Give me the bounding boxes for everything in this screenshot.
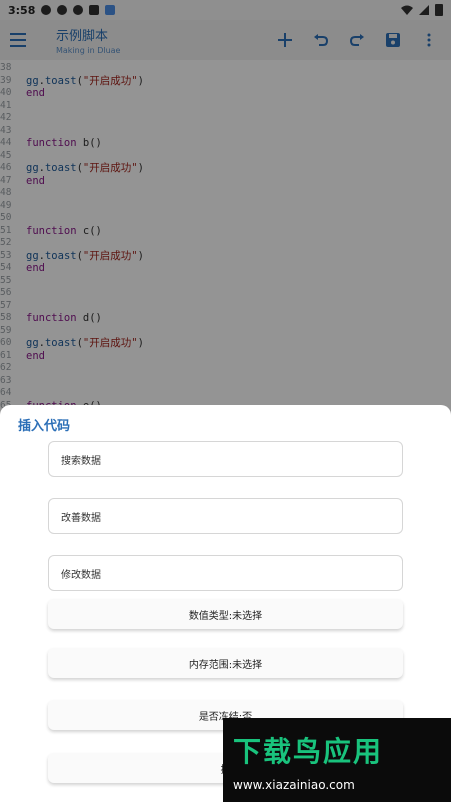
improve-data-field[interactable]: 改善数据	[48, 498, 403, 534]
watermark: 下载鸟应用 www.xiazainiao.com	[223, 718, 451, 802]
search-data-field[interactable]: 搜索数据	[48, 441, 403, 477]
watermark-url: www.xiazainiao.com	[233, 778, 355, 792]
memory-range-button[interactable]: 内存范围:未选择	[48, 648, 403, 678]
watermark-logo: 下载鸟应用	[233, 735, 384, 768]
value-type-button[interactable]: 数值类型:未选择	[48, 599, 403, 629]
sheet-title: 插入代码	[18, 419, 71, 434]
modify-data-field[interactable]: 修改数据	[48, 555, 403, 591]
